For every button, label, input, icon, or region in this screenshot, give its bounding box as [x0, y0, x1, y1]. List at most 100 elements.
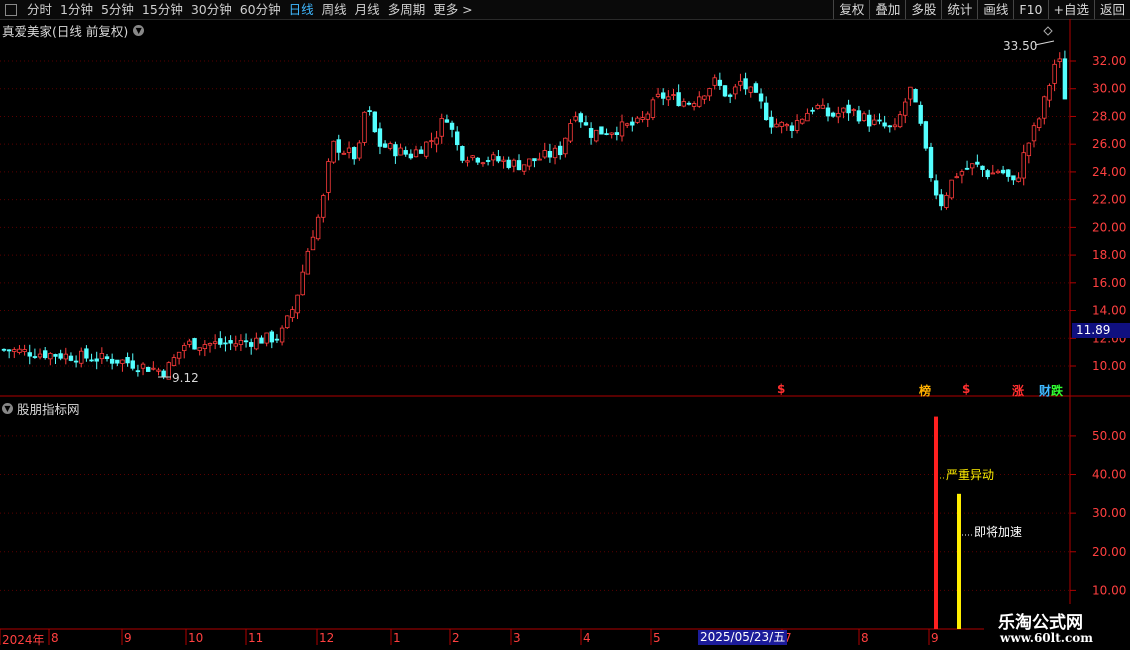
candle-body	[243, 340, 249, 343]
candle-body	[120, 359, 125, 364]
candle-body	[506, 159, 511, 168]
candle-body	[1062, 58, 1068, 100]
candle-body	[388, 143, 393, 149]
candle-body	[970, 163, 975, 169]
time-axis-label: 1	[393, 631, 401, 645]
signal-marker[interactable]: 跌	[1051, 382, 1063, 399]
candle-body	[53, 354, 58, 357]
candle-body	[521, 164, 527, 172]
annotation-severe: 严重异动	[946, 468, 995, 482]
candle-body	[527, 158, 532, 167]
indicator-tick-label: 10.00	[1092, 583, 1126, 597]
candle-body	[212, 341, 218, 344]
candle-body	[794, 120, 800, 131]
candle-body	[640, 117, 645, 120]
candle-body	[485, 160, 491, 162]
candle-body	[393, 144, 398, 157]
candle-body	[223, 342, 228, 345]
candle-body	[63, 353, 68, 360]
candle-body	[851, 109, 856, 112]
candle-body	[140, 363, 146, 369]
time-axis-label: 12	[319, 631, 335, 645]
candle-body	[655, 93, 661, 97]
indicator-tick-label: 30.00	[1092, 506, 1126, 520]
candle-body	[609, 132, 614, 135]
candle-body	[630, 121, 635, 126]
candle-body	[465, 160, 470, 163]
time-axis-label: 8	[861, 631, 869, 645]
candle-body	[774, 123, 779, 128]
time-axis-label: 10	[188, 631, 204, 645]
signal-marker[interactable]: 榜	[919, 382, 931, 399]
candle-body	[403, 150, 408, 155]
signal-marker[interactable]: 财	[1039, 382, 1051, 399]
candle-body	[908, 86, 913, 100]
price-tick-label: 16.00	[1092, 276, 1126, 290]
indicator-tick-label: 20.00	[1092, 545, 1126, 559]
candle-body	[27, 352, 32, 357]
candle-body	[733, 86, 738, 95]
candle-body	[599, 126, 604, 135]
candle-body	[949, 179, 954, 199]
candle-body	[434, 137, 439, 145]
candle-body	[830, 112, 836, 117]
indicator-title: ▼ 股朋指标网	[2, 399, 80, 418]
time-axis-label: 5	[653, 631, 661, 645]
candle-body	[84, 348, 89, 359]
indicator-tick-label: 40.00	[1092, 468, 1126, 482]
candle-body	[944, 194, 949, 208]
current-price-badge: 11.89	[1072, 323, 1130, 338]
candle-body	[939, 194, 944, 207]
candle-body	[264, 332, 269, 344]
candle-body	[959, 171, 965, 176]
candle-body	[37, 353, 43, 358]
candle-body	[279, 327, 285, 343]
signal-marker[interactable]: $	[962, 382, 970, 396]
candle-body	[341, 152, 347, 155]
kline-chart[interactable]: 32.00 30.00 28.00 26.00 24.00 22.00 20.00 18.00…	[0, 0, 1130, 650]
candle-body	[815, 104, 820, 109]
candle-body	[764, 102, 769, 121]
candle-body	[68, 355, 74, 361]
candle-body	[800, 118, 805, 124]
signal-marker[interactable]: $	[777, 382, 785, 396]
candle-body	[748, 86, 753, 93]
candle-body	[1047, 85, 1052, 101]
time-axis-label: 9	[931, 631, 939, 645]
candle-body	[300, 271, 305, 296]
candle-body	[712, 77, 717, 86]
signal-marker[interactable]: 涨	[1012, 382, 1024, 399]
candle-body	[362, 111, 367, 143]
candle-body	[336, 139, 341, 153]
candle-body	[460, 146, 465, 161]
candle-body	[135, 370, 141, 373]
candle-body	[22, 349, 27, 352]
indicator-bar	[957, 493, 961, 629]
candle-body	[779, 121, 784, 127]
candle-body	[635, 117, 640, 123]
candle-body	[125, 357, 130, 364]
candle-body	[305, 250, 311, 275]
candle-body	[351, 147, 357, 160]
candle-body	[964, 167, 970, 170]
candle-body	[182, 345, 187, 352]
candle-body	[516, 160, 522, 171]
chevron-down-icon[interactable]: ▼	[2, 403, 13, 414]
candle-body	[697, 96, 702, 107]
candle-body	[331, 140, 336, 163]
indicator-name: 股朋指标网	[17, 402, 80, 417]
candle-body	[1031, 125, 1037, 142]
candle-body	[73, 360, 79, 363]
candle-body	[789, 125, 795, 131]
candle-body	[444, 119, 450, 123]
price-tick-label: 14.00	[1092, 304, 1126, 318]
candle-body	[784, 124, 789, 127]
candle-body	[192, 338, 197, 350]
candle-body	[975, 161, 980, 165]
candle-body	[990, 172, 995, 175]
candle-body	[382, 143, 388, 148]
candle-body	[511, 159, 517, 167]
candle-body	[1011, 175, 1016, 181]
candle-body	[321, 195, 326, 218]
candle-body	[218, 338, 223, 345]
